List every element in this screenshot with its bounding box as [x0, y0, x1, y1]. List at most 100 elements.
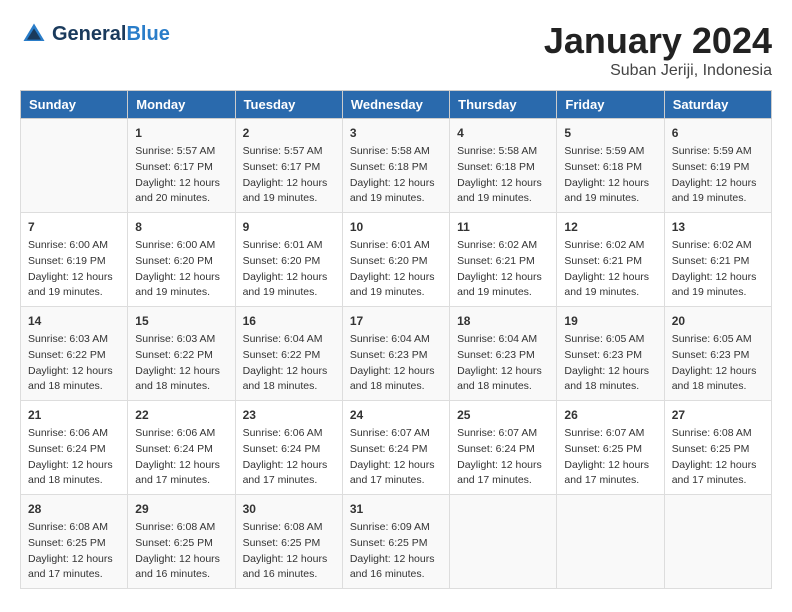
day-number: 22 [135, 406, 227, 424]
day-info: Daylight: 12 hours [243, 552, 335, 568]
calendar-cell: 12 Sunrise: 6:02 AMSunset: 6:21 PMDayligh… [557, 213, 664, 307]
day-info: Sunrise: 6:07 AM [564, 426, 656, 442]
day-number: 16 [243, 312, 335, 330]
day-number: 17 [350, 312, 442, 330]
day-info: Daylight: 12 hours [457, 364, 549, 380]
calendar-cell: 28Sunrise: 6:08 AMSunset: 6:25 PMDayligh… [21, 495, 128, 589]
calendar-cell: 10Sunrise: 6:01 AMSunset: 6:20 PMDayligh… [342, 213, 449, 307]
day-number: 3 [350, 124, 442, 142]
calendar-cell: 2Sunrise: 5:57 AMSunset: 6:17 PMDaylight… [235, 119, 342, 213]
logo-icon [20, 20, 48, 48]
day-info: Sunset: 6:18 PM [457, 160, 549, 176]
week-row-5: 28Sunrise: 6:08 AMSunset: 6:25 PMDayligh… [21, 495, 772, 589]
calendar-cell: 23Sunrise: 6:06 AMSunset: 6:24 PMDayligh… [235, 401, 342, 495]
day-info: Sunrise: 6:05 AM [672, 332, 764, 348]
day-info: Sunset: 6:20 PM [243, 254, 335, 270]
day-info: Daylight: 12 hours [135, 176, 227, 192]
day-info: Sunrise: 6:02 AM [564, 238, 656, 254]
month-title: January 2024 [544, 20, 772, 62]
day-info: Daylight: 12 hours [672, 458, 764, 474]
day-info: Daylight: 12 hours [350, 458, 442, 474]
day-info: and 18 minutes. [672, 379, 764, 395]
calendar-cell: 19Sunrise: 6:05 AMSunset: 6:23 PMDayligh… [557, 307, 664, 401]
day-number: 8 [135, 218, 227, 236]
day-info: Sunrise: 6:03 AM [135, 332, 227, 348]
day-info: Daylight: 12 hours [564, 270, 656, 286]
day-info: Sunset: 6:22 PM [243, 348, 335, 364]
day-info: Daylight: 12 hours [135, 552, 227, 568]
day-info: Sunset: 6:24 PM [243, 442, 335, 458]
calendar-cell: 15Sunrise: 6:03 AMSunset: 6:22 PMDayligh… [128, 307, 235, 401]
day-info: Sunset: 6:21 PM [564, 254, 656, 270]
day-info: and 17 minutes. [28, 567, 120, 583]
title-area: January 2024 Suban Jeriji, Indonesia [544, 20, 772, 80]
calendar-cell [21, 119, 128, 213]
col-header-monday: Monday [128, 91, 235, 119]
day-number: 23 [243, 406, 335, 424]
col-header-wednesday: Wednesday [342, 91, 449, 119]
calendar-cell: 4Sunrise: 5:58 AMSunset: 6:18 PMDaylight… [450, 119, 557, 213]
day-info: Sunrise: 6:03 AM [28, 332, 120, 348]
calendar-cell: 14Sunrise: 6:03 AMSunset: 6:22 PMDayligh… [21, 307, 128, 401]
day-info: Daylight: 12 hours [457, 458, 549, 474]
calendar-cell: 31Sunrise: 6:09 AMSunset: 6:25 PMDayligh… [342, 495, 449, 589]
day-info: Sunrise: 5:57 AM [135, 144, 227, 160]
day-number: 7 [28, 218, 120, 236]
day-info: and 19 minutes. [350, 285, 442, 301]
day-number: 12 [564, 218, 656, 236]
day-info: and 19 minutes. [28, 285, 120, 301]
day-info: and 17 minutes. [672, 473, 764, 489]
day-info: and 19 minutes. [243, 191, 335, 207]
day-info: Daylight: 12 hours [243, 176, 335, 192]
day-info: Daylight: 12 hours [28, 364, 120, 380]
day-info: Sunset: 6:25 PM [564, 442, 656, 458]
day-number: 26 [564, 406, 656, 424]
day-info: Sunrise: 6:02 AM [672, 238, 764, 254]
calendar-cell: 9Sunrise: 6:01 AMSunset: 6:20 PMDaylight… [235, 213, 342, 307]
day-info: Sunrise: 6:04 AM [457, 332, 549, 348]
day-info: Sunset: 6:25 PM [135, 536, 227, 552]
day-number: 24 [350, 406, 442, 424]
day-info: and 19 minutes. [135, 285, 227, 301]
day-info: Daylight: 12 hours [564, 364, 656, 380]
day-info: Sunset: 6:24 PM [135, 442, 227, 458]
day-info: and 18 minutes. [28, 473, 120, 489]
day-info: Daylight: 12 hours [564, 176, 656, 192]
day-number: 14 [28, 312, 120, 330]
day-info: and 19 minutes. [457, 191, 549, 207]
day-info: Sunrise: 6:06 AM [28, 426, 120, 442]
calendar-cell: 11Sunrise: 6:02 AMSunset: 6:21 PMDayligh… [450, 213, 557, 307]
day-number: 20 [672, 312, 764, 330]
day-info: Sunrise: 6:08 AM [135, 520, 227, 536]
day-info: Sunrise: 6:01 AM [243, 238, 335, 254]
calendar-cell: 13Sunrise: 6:02 AMSunset: 6:21 PMDayligh… [664, 213, 771, 307]
day-number: 19 [564, 312, 656, 330]
day-info: Sunset: 6:18 PM [350, 160, 442, 176]
col-header-thursday: Thursday [450, 91, 557, 119]
day-number: 11 [457, 218, 549, 236]
day-info: Sunrise: 6:04 AM [350, 332, 442, 348]
day-info: Sunset: 6:17 PM [135, 160, 227, 176]
day-info: Daylight: 12 hours [28, 458, 120, 474]
day-info: Daylight: 12 hours [135, 458, 227, 474]
week-row-2: 7Sunrise: 6:00 AMSunset: 6:19 PMDaylight… [21, 213, 772, 307]
day-number: 18 [457, 312, 549, 330]
calendar-table: SundayMondayTuesdayWednesdayThursdayFrid… [20, 90, 772, 589]
day-info: Sunset: 6:25 PM [350, 536, 442, 552]
calendar-cell: 20Sunrise: 6:05 AMSunset: 6:23 PMDayligh… [664, 307, 771, 401]
page-header: GeneralBlue January 2024 Suban Jeriji, I… [20, 20, 772, 80]
day-info: Daylight: 12 hours [135, 270, 227, 286]
day-info: and 19 minutes. [243, 285, 335, 301]
calendar-cell [664, 495, 771, 589]
day-info: Sunrise: 6:01 AM [350, 238, 442, 254]
day-info: Sunset: 6:24 PM [350, 442, 442, 458]
day-number: 13 [672, 218, 764, 236]
day-info: Sunset: 6:19 PM [672, 160, 764, 176]
day-number: 6 [672, 124, 764, 142]
day-info: Sunrise: 6:08 AM [28, 520, 120, 536]
day-number: 2 [243, 124, 335, 142]
day-info: and 20 minutes. [135, 191, 227, 207]
day-info: Sunset: 6:21 PM [457, 254, 549, 270]
day-info: and 19 minutes. [457, 285, 549, 301]
day-info: Sunrise: 6:08 AM [243, 520, 335, 536]
